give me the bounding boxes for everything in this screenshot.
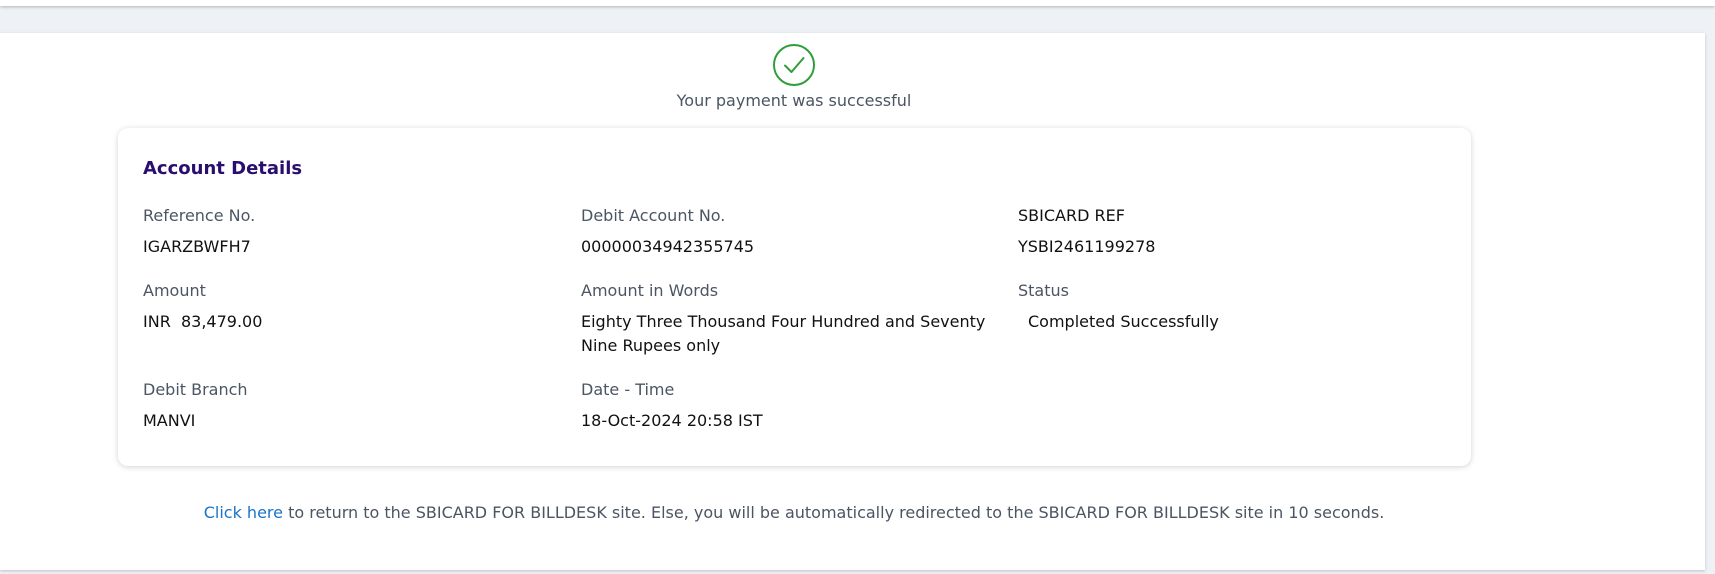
return-link[interactable]: Click here [204, 503, 283, 522]
reference-no-label: Reference No. [143, 206, 256, 225]
amount-in-words-value: Eighty Three Thousand Four Hundred and S… [581, 312, 986, 355]
amount-value: INR 83,479.00 [143, 312, 263, 331]
amount-in-words-field: Amount in Words Eighty Three Thousand Fo… [581, 281, 1006, 358]
account-details-card: Account Details Reference No. IGARZBWFH7… [118, 128, 1471, 466]
amount-label: Amount [143, 281, 206, 300]
date-time-label: Date - Time [581, 380, 675, 399]
status-value: Completed Successfully [1028, 312, 1219, 331]
redirect-notice: Click here to return to the SBICARD FOR … [0, 503, 1588, 522]
reference-no-field: Reference No. IGARZBWFH7 [143, 206, 255, 259]
check-circle-icon [773, 44, 815, 86]
sbicard-ref-field: SBICARD REF YSBI2461199278 [1018, 206, 1155, 259]
date-time-field: Date - Time 18-Oct-2024 20:58 IST [581, 380, 1006, 433]
date-time-value: 18-Oct-2024 20:58 IST [581, 411, 763, 430]
amount-in-words-label: Amount in Words [581, 281, 719, 300]
success-message: Your payment was successful [676, 91, 912, 110]
top-header-bar [0, 0, 1715, 6]
debit-account-field: Debit Account No. 00000034942355745 [581, 206, 1006, 259]
reference-no-value: IGARZBWFH7 [143, 237, 251, 256]
card-title: Account Details [143, 158, 303, 179]
status-field: Status Completed Successfully [1018, 281, 1219, 334]
sbicard-ref-value: YSBI2461199278 [1018, 237, 1156, 256]
amount-field: Amount INR 83,479.00 [143, 281, 262, 334]
debit-account-value: 00000034942355745 [581, 237, 755, 256]
debit-branch-field: Debit Branch MANVI [143, 380, 248, 433]
debit-account-label: Debit Account No. [581, 206, 726, 225]
sbicard-ref-label: SBICARD REF [1018, 206, 1125, 225]
debit-branch-value: MANVI [143, 411, 196, 430]
status-label: Status [1018, 281, 1069, 300]
redirect-text: to return to the SBICARD FOR BILLDESK si… [282, 503, 1385, 522]
debit-branch-label: Debit Branch [143, 380, 248, 399]
